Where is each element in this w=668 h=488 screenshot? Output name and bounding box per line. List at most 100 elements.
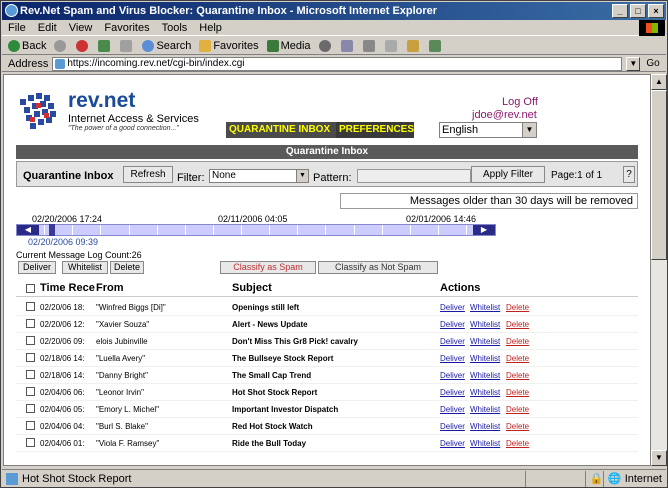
row-delete-link[interactable]: Delete [506, 388, 529, 397]
edit-button[interactable] [384, 39, 399, 52]
scroll-down-icon[interactable]: ▼ [651, 450, 667, 466]
print-button[interactable] [362, 39, 377, 52]
scroll-up-icon[interactable]: ▲ [651, 74, 667, 90]
classify-not-spam-button[interactable]: Classify as Not Spam [318, 261, 438, 274]
row-checkbox[interactable] [26, 421, 35, 430]
row-whitelist-link[interactable]: Whitelist [470, 320, 500, 329]
pattern-input[interactable] [357, 169, 471, 183]
whitelist-selected-button[interactable]: Whitelist [62, 261, 108, 274]
row-subject[interactable]: Hot Shot Stock Report [232, 388, 317, 397]
menu-edit[interactable]: Edit [38, 22, 57, 34]
row-checkbox[interactable] [26, 404, 35, 413]
tab-quarantine-inbox[interactable]: QUARANTINE INBOX [226, 122, 336, 138]
favorites-button[interactable]: Favorites [199, 39, 259, 52]
row-subject[interactable]: Don't Miss This Gr8 Pick! cavalry [232, 337, 358, 346]
row-delete-link[interactable]: Delete [506, 320, 529, 329]
mail-button[interactable] [340, 39, 355, 52]
delete-selected-button[interactable]: Delete [110, 261, 144, 274]
row-checkbox[interactable] [26, 370, 35, 379]
classify-spam-button[interactable]: Classify as Spam [220, 261, 316, 274]
tab-preferences[interactable]: PREFERENCES [336, 122, 414, 138]
row-checkbox[interactable] [26, 302, 35, 311]
messenger-button[interactable] [428, 39, 443, 52]
logoff-link[interactable]: Log Off [502, 96, 538, 108]
menu-favorites[interactable]: Favorites [104, 22, 149, 34]
row-checkbox[interactable] [26, 319, 35, 328]
row-whitelist-link[interactable]: Whitelist [470, 422, 500, 431]
row-delete-link[interactable]: Delete [506, 439, 529, 448]
maximize-button[interactable]: □ [630, 4, 646, 18]
row-deliver-link[interactable]: Deliver [440, 371, 465, 380]
row-whitelist-link[interactable]: Whitelist [470, 405, 500, 414]
row-subject[interactable]: The Bullseye Stock Report [232, 354, 333, 363]
row-deliver-link[interactable]: Deliver [440, 337, 465, 346]
row-delete-link[interactable]: Delete [506, 303, 529, 312]
help-button[interactable]: ? [623, 166, 635, 183]
language-select[interactable]: English ▼ [439, 122, 537, 138]
table-row[interactable]: 02/18/06 14: "Luella Avery" The Bullseye S… [16, 350, 638, 367]
row-subject[interactable]: Alert - News Update [232, 320, 308, 329]
select-all-checkbox[interactable] [26, 284, 35, 293]
menu-file[interactable]: File [8, 22, 26, 34]
back-button[interactable]: Back [8, 39, 46, 52]
forward-button[interactable] [54, 39, 68, 52]
discuss-button[interactable] [406, 39, 421, 52]
row-whitelist-link[interactable]: Whitelist [470, 303, 500, 312]
row-deliver-link[interactable]: Deliver [440, 354, 465, 363]
row-subject[interactable]: The Small Cap Trend [232, 371, 311, 380]
row-subject[interactable]: Ride the Bull Today [232, 439, 306, 448]
refresh-button[interactable]: Refresh [123, 166, 173, 183]
row-delete-link[interactable]: Delete [506, 371, 529, 380]
row-delete-link[interactable]: Delete [506, 405, 529, 414]
row-checkbox[interactable] [26, 387, 35, 396]
row-deliver-link[interactable]: Deliver [440, 303, 465, 312]
row-subject[interactable]: Red Hot Stock Watch [232, 422, 313, 431]
row-subject[interactable]: Important Investor Dispatch [232, 405, 338, 414]
row-delete-link[interactable]: Delete [506, 337, 529, 346]
row-whitelist-link[interactable]: Whitelist [470, 337, 500, 346]
row-deliver-link[interactable]: Deliver [440, 405, 465, 414]
row-subject[interactable]: Openings still left [232, 303, 299, 312]
go-button[interactable]: Go [646, 58, 659, 69]
row-checkbox[interactable] [26, 438, 35, 447]
minimize-button[interactable]: _ [612, 4, 628, 18]
row-whitelist-link[interactable]: Whitelist [470, 371, 500, 380]
table-row[interactable]: 02/04/06 05: "Emory L. Michel" Important I… [16, 401, 638, 418]
row-delete-link[interactable]: Delete [506, 422, 529, 431]
timeline-right-arrow-icon[interactable]: ▶ [473, 225, 495, 235]
row-whitelist-link[interactable]: Whitelist [470, 388, 500, 397]
table-row[interactable]: 02/04/06 04: "Burl S. Blake" Red Hot Stock… [16, 418, 638, 435]
row-checkbox[interactable] [26, 353, 35, 362]
deliver-selected-button[interactable]: Deliver [18, 261, 56, 274]
row-deliver-link[interactable]: Deliver [440, 320, 465, 329]
timeline-thumb[interactable] [49, 224, 55, 236]
row-deliver-link[interactable]: Deliver [440, 388, 465, 397]
timeline-left-arrow-icon[interactable]: ◀ [17, 225, 39, 235]
apply-filter-button[interactable]: Apply Filter [471, 166, 545, 183]
history-button[interactable] [318, 39, 333, 52]
address-input[interactable]: https://incoming.rev.net/cgi-bin/index.c… [52, 56, 623, 71]
media-button[interactable]: Media [266, 39, 311, 52]
table-row[interactable]: 02/20/06 09: elois Jubinville Don't Miss T… [16, 333, 638, 350]
vertical-scrollbar[interactable]: ▲ ▼ [651, 74, 667, 466]
row-checkbox[interactable] [26, 336, 35, 345]
table-row[interactable]: 02/04/06 06: "Leonor Irvin" Hot Shot Stock… [16, 384, 638, 401]
row-whitelist-link[interactable]: Whitelist [470, 354, 500, 363]
menu-help[interactable]: Help [199, 22, 222, 34]
close-button[interactable]: × [648, 4, 664, 18]
refresh-button[interactable] [98, 39, 112, 52]
search-button[interactable]: Search [142, 39, 191, 52]
row-delete-link[interactable]: Delete [506, 354, 529, 363]
table-row[interactable]: 02/20/06 12: "Xavier Souza" Alert - News U… [16, 316, 638, 333]
stop-button[interactable] [76, 39, 90, 52]
table-row[interactable]: 02/18/06 14: "Danny Bright" The Small Cap … [16, 367, 638, 384]
table-row[interactable]: 02/20/06 18: "Winfred Biggs [Di]" Openings… [16, 299, 638, 316]
row-whitelist-link[interactable]: Whitelist [470, 439, 500, 448]
table-row[interactable]: 02/04/06 01: "Viola F. Ramsey" Ride the Bu… [16, 435, 638, 452]
row-deliver-link[interactable]: Deliver [440, 422, 465, 431]
row-deliver-link[interactable]: Deliver [440, 439, 465, 448]
filter-select[interactable]: None ▼ [209, 169, 309, 183]
menu-view[interactable]: View [69, 22, 93, 34]
scroll-thumb[interactable] [651, 90, 667, 260]
timeline-slider[interactable]: ◀ ▶ [16, 224, 496, 236]
